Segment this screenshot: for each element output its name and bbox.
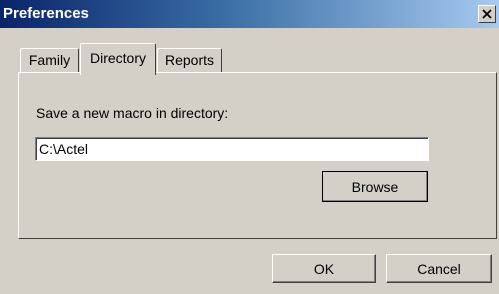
close-button[interactable] [478,5,496,23]
title-bar: Preferences [0,0,499,28]
directory-tab-panel: Save a new macro in directory: Browse [18,72,497,239]
tab-directory[interactable]: Directory [80,43,156,75]
close-icon [482,9,492,19]
window-title: Preferences [3,5,89,22]
directory-input[interactable] [35,137,429,161]
browse-button[interactable]: Browse [322,171,428,202]
tab-reports[interactable]: Reports [157,48,222,73]
preferences-dialog: Preferences Family Directory Reports Sav… [0,0,499,294]
tab-family[interactable]: Family [20,48,79,73]
cancel-button[interactable]: Cancel [386,254,492,283]
ok-button[interactable]: OK [272,254,376,283]
save-directory-label: Save a new macro in directory: [36,105,229,121]
